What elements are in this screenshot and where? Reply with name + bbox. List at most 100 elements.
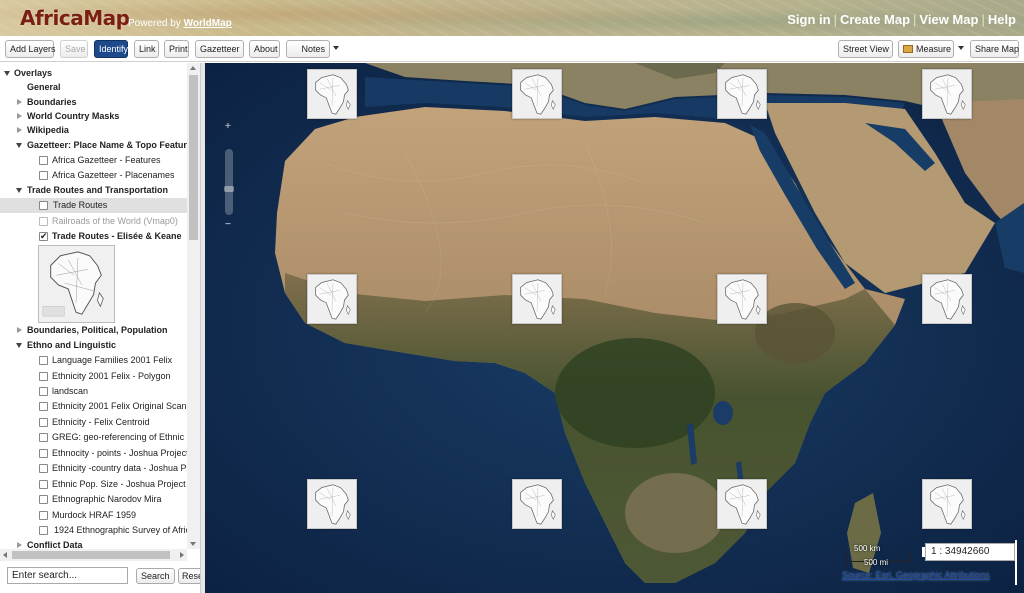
expand-arrow-icon[interactable] (16, 343, 22, 348)
africa-map-tile-marker[interactable] (717, 69, 767, 119)
africa-map-tile-marker[interactable] (307, 69, 357, 119)
tree-node-gazetteer[interactable]: Gazetteer: Place Name & Topo Feature (0, 138, 187, 153)
africa-map-tile-marker[interactable] (922, 479, 972, 529)
zoom-out-button[interactable]: − (225, 219, 231, 230)
street-view-button[interactable]: Street View (838, 40, 893, 58)
layer-ethno-item[interactable]: Ethnicity 2001 Felix Original Scan (0, 399, 187, 414)
tree-node-world-country-masks[interactable]: World Country Masks (0, 109, 187, 124)
expand-arrow-icon[interactable] (16, 143, 22, 148)
measure-button[interactable]: Measure (898, 40, 954, 58)
collapse-arrow-icon[interactable] (17, 99, 22, 105)
layer-ethno-item[interactable]: Murdock HRAF 1959 (0, 508, 187, 523)
africa-map-tile-marker[interactable] (922, 69, 972, 119)
zoom-in-button[interactable]: + (225, 121, 231, 132)
africa-map-tile-marker[interactable] (512, 479, 562, 529)
layer-checkbox[interactable] (39, 171, 48, 180)
africa-map-tile-marker[interactable] (922, 274, 972, 324)
layer-ethno-item[interactable]: Ethnocity - points - Joshua Project (0, 446, 187, 461)
tree-node-conflict-data[interactable]: Conflict Data (0, 538, 187, 549)
africa-map-tile-marker[interactable] (717, 274, 767, 324)
zoom-slider-knob[interactable] (224, 186, 234, 192)
layer-checkbox[interactable] (39, 201, 48, 210)
layer-ethno-item[interactable]: Ethnic Pop. Size - Joshua Project (0, 477, 187, 492)
tree-node-boundaries[interactable]: Boundaries (0, 95, 187, 110)
app-logo[interactable]: AfricaMap (20, 6, 130, 30)
layer-ethno-item[interactable]: Ethnicity -country data - Joshua Pr (0, 461, 187, 476)
layer-checkbox[interactable] (39, 372, 48, 381)
africa-map-tile-marker[interactable] (717, 479, 767, 529)
tree-horizontal-scrollbar[interactable] (0, 549, 187, 561)
layer-trade-routes-elisee[interactable]: Trade Routes - Elisée & Keane (0, 229, 187, 244)
scroll-down-icon[interactable] (190, 542, 196, 546)
layer-trade-routes[interactable]: Trade Routes (0, 198, 187, 213)
tree-node-wikipedia[interactable]: Wikipedia (0, 123, 187, 138)
scroll-left-icon[interactable] (3, 552, 7, 558)
africa-map-tile-marker[interactable] (307, 479, 357, 529)
layer-checkbox[interactable] (39, 511, 48, 520)
africa-map-tile-marker[interactable] (512, 274, 562, 324)
worldmap-link[interactable]: WorldMap (184, 18, 232, 29)
scroll-up-icon[interactable] (190, 66, 196, 70)
layer-checkbox[interactable] (39, 480, 48, 489)
layer-checkbox[interactable] (39, 156, 48, 165)
layer-checkbox[interactable] (39, 402, 48, 411)
print-button[interactable]: Print (164, 40, 189, 58)
layer-africa-gazetteer-features[interactable]: Africa Gazetteer - Features (0, 153, 187, 168)
layer-checkbox[interactable] (39, 449, 48, 458)
collapse-arrow-icon[interactable] (17, 327, 22, 333)
layer-ethno-item[interactable]: Ethnographic Narodov Mira (0, 492, 187, 507)
zoom-slider[interactable] (225, 149, 233, 215)
collapse-arrow-icon[interactable] (17, 127, 22, 133)
identify-button[interactable]: Identify (94, 40, 128, 58)
about-button[interactable]: About (249, 40, 280, 58)
tree-node-overlays[interactable]: Overlays (0, 66, 187, 81)
tree-node-boundaries-political[interactable]: Boundaries, Political, Population (0, 323, 187, 338)
share-map-button[interactable]: Share Map (970, 40, 1019, 58)
layer-checkbox[interactable] (39, 418, 48, 427)
notes-dropdown-icon[interactable] (333, 46, 339, 50)
layer-checkbox[interactable] (39, 433, 48, 442)
layer-ethno-item[interactable]: Ethnicity - Felix Centroid (0, 415, 187, 430)
search-button[interactable]: Search (136, 568, 175, 584)
tree-vertical-scrollbar[interactable] (187, 63, 200, 549)
search-input[interactable] (7, 567, 128, 584)
help-link[interactable]: Help (988, 12, 1016, 27)
africa-map-tile-marker[interactable] (512, 69, 562, 119)
layer-railroads[interactable]: Railroads of the World (Vmap0) (0, 214, 187, 229)
tree-node-ethno[interactable]: Ethno and Linguistic (0, 338, 187, 353)
measure-dropdown-icon[interactable] (958, 46, 964, 50)
tree-node-trade-routes[interactable]: Trade Routes and Transportation (0, 183, 187, 198)
layer-ethno-item[interactable]: landscan (0, 384, 187, 399)
map-attribution[interactable]: Source: Esri, Geographic Attributions (842, 570, 990, 580)
save-button[interactable]: Save (60, 40, 88, 58)
layer-checkbox[interactable] (39, 464, 48, 473)
view-map-link[interactable]: View Map (919, 12, 978, 27)
collapse-arrow-icon[interactable] (17, 542, 22, 548)
link-button[interactable]: Link (134, 40, 159, 58)
notes-button[interactable]: Notes (286, 40, 330, 58)
layer-checkbox[interactable] (39, 387, 48, 396)
scroll-right-icon[interactable] (180, 552, 184, 558)
layer-checkbox[interactable] (39, 526, 48, 535)
layer-ethno-item[interactable]: GREG: geo-referencing of Ethnic G (0, 430, 187, 445)
layer-checkbox-checked[interactable] (39, 229, 48, 244)
collapse-arrow-icon[interactable] (17, 113, 22, 119)
layer-ethno-item[interactable]: 1924 Ethnographic Survey of Afric (0, 523, 187, 538)
layer-ethno-item[interactable]: Ethnicity 2001 Felix - Polygon (0, 369, 187, 384)
layer-checkbox[interactable] (39, 217, 48, 226)
africa-map-tile-marker[interactable] (307, 274, 357, 324)
layer-checkbox[interactable] (39, 356, 48, 365)
layer-africa-gazetteer-placenames[interactable]: Africa Gazetteer - Placenames (0, 168, 187, 183)
create-map-link[interactable]: Create Map (840, 12, 910, 27)
sign-in-link[interactable]: Sign in (787, 12, 830, 27)
scrollbar-thumb[interactable] (12, 551, 170, 559)
expand-arrow-icon[interactable] (4, 71, 10, 76)
scrollbar-thumb[interactable] (189, 75, 198, 240)
map-viewport[interactable]: + − 500 km 500 mi 1 : 34942660 Source: E… (205, 63, 1024, 593)
layer-ethno-item[interactable]: Language Families 2001 Felix (0, 353, 187, 368)
gazetteer-button[interactable]: Gazetteer (195, 40, 244, 58)
layer-checkbox[interactable] (39, 495, 48, 504)
add-layers-button[interactable]: Add Layers (5, 40, 56, 58)
expand-arrow-icon[interactable] (16, 188, 22, 193)
tree-node-general[interactable]: General (0, 80, 187, 95)
